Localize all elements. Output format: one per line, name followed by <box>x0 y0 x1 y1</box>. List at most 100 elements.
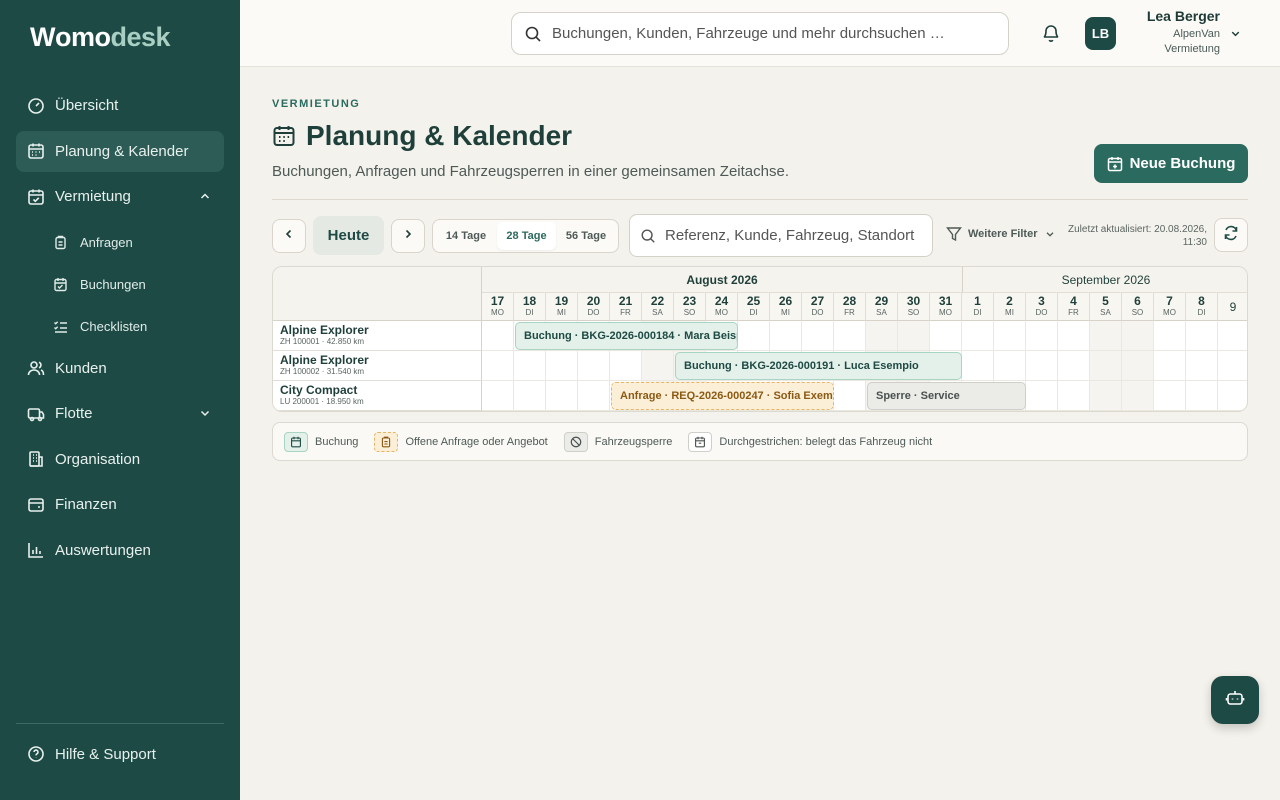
user-menu[interactable]: Lea Berger AlpenVan Vermietung <box>1120 8 1220 57</box>
sidebar-subitem-anfragen[interactable]: Anfragen <box>16 222 224 264</box>
chevron-down-icon[interactable] <box>198 406 212 420</box>
app-logo[interactable]: Womo desk <box>30 20 171 54</box>
calendar-cell[interactable] <box>834 321 866 351</box>
sidebar-item-vermietung[interactable]: Vermietung <box>16 176 224 217</box>
calendar-cell[interactable] <box>1026 351 1058 381</box>
calendar-cell[interactable] <box>1122 351 1154 381</box>
calendar-cell[interactable] <box>738 321 770 351</box>
booking-event-bar[interactable]: Buchung · BKG-2026-000191 · Luca Esempio <box>675 352 962 380</box>
calendar-cell[interactable] <box>1058 351 1090 381</box>
calendar-cell[interactable] <box>962 321 994 351</box>
notifications-bell-icon[interactable] <box>1041 23 1061 43</box>
vehicle-row-label[interactable]: Alpine Explorer ZH 100002 · 31.540 km <box>273 351 482 381</box>
more-filters-button[interactable]: Weitere Filter <box>946 226 1056 242</box>
day-header: 30 SO <box>898 293 930 321</box>
today-button[interactable]: Heute <box>313 216 384 255</box>
calendar-cell[interactable] <box>1218 321 1247 351</box>
sidebar-item-uebersicht[interactable]: Übersicht <box>16 85 224 126</box>
vehicle-row-label[interactable]: City Compact LU 200001 · 18.950 km <box>273 381 482 411</box>
calendar-cell[interactable] <box>802 321 834 351</box>
day-number: 1 <box>974 294 981 308</box>
chevron-left-icon <box>282 227 296 246</box>
calendar-cell[interactable] <box>898 321 930 351</box>
day-header: 18 DI <box>514 293 546 321</box>
prev-button[interactable] <box>272 219 306 253</box>
sidebar-item-kunden[interactable]: Kunden <box>16 348 224 389</box>
calendar-cell[interactable] <box>1122 321 1154 351</box>
sidebar-subitem-buchungen[interactable]: Buchungen <box>16 264 224 306</box>
day-header: 6 SO <box>1122 293 1154 321</box>
help-circle-icon <box>27 745 45 763</box>
calendar-cell[interactable] <box>1090 351 1122 381</box>
refresh-button[interactable] <box>1214 218 1248 252</box>
calendar-cell[interactable] <box>1026 381 1058 411</box>
calendar-cell[interactable] <box>962 351 994 381</box>
calendar-cell[interactable] <box>482 351 514 381</box>
calendar-cell[interactable] <box>1026 321 1058 351</box>
calendar-cell[interactable] <box>642 351 674 381</box>
next-button[interactable] <box>391 219 425 253</box>
range-56-days[interactable]: 56 Tage <box>556 222 616 250</box>
calendar-cell[interactable] <box>610 351 642 381</box>
calendar-cell[interactable] <box>1218 351 1247 381</box>
calendar-cell[interactable] <box>1154 381 1186 411</box>
calendar-cell[interactable] <box>866 321 898 351</box>
day-weekday: DI <box>1197 308 1206 317</box>
day-header: 3 DO <box>1026 293 1058 321</box>
calendar-cell[interactable] <box>482 321 514 351</box>
booking-event-bar[interactable]: Buchung · BKG-2026-000184 · Mara Beispie… <box>515 322 738 350</box>
calendar-cell[interactable] <box>514 351 546 381</box>
sidebar-item-finanzen[interactable]: Finanzen <box>16 484 224 525</box>
calendar-cell[interactable] <box>1218 381 1247 411</box>
sidebar-item-planung[interactable]: Planung & Kalender <box>16 130 224 172</box>
legend-request: Offene Anfrage oder Angebot <box>374 431 548 452</box>
calendar-cell[interactable] <box>994 351 1026 381</box>
calendar-cell[interactable] <box>546 381 578 411</box>
sidebar-item-label: Auswertungen <box>55 541 151 559</box>
block-event-bar[interactable]: Sperre · Service <box>867 382 1026 410</box>
new-booking-button[interactable]: Neue Buchung <box>1094 144 1248 183</box>
calendar-filter-input[interactable] <box>665 227 915 244</box>
range-14-days[interactable]: 14 Tage <box>435 222 497 250</box>
calendar-cell[interactable] <box>482 381 514 411</box>
calendar-cell[interactable] <box>1154 321 1186 351</box>
calendar-cell[interactable] <box>770 321 802 351</box>
assistant-bot-button[interactable] <box>1211 676 1259 724</box>
calendar-cell[interactable] <box>578 351 610 381</box>
calendar-cell[interactable] <box>1186 381 1218 411</box>
calendar-cell[interactable] <box>514 381 546 411</box>
logo-w: W <box>30 21 55 52</box>
sidebar-subitem-checklisten[interactable]: Checklisten <box>16 306 224 348</box>
sidebar-item-organisation[interactable]: Organisation <box>16 439 224 480</box>
calendar-cell[interactable] <box>1090 321 1122 351</box>
calendar-filter-search[interactable] <box>629 214 933 257</box>
chevron-down-icon[interactable] <box>1229 27 1242 40</box>
calendar-cell[interactable] <box>1090 381 1122 411</box>
calendar-cell[interactable] <box>1122 381 1154 411</box>
help-support-link[interactable]: Hilfe & Support <box>27 745 156 763</box>
building-icon <box>27 450 45 468</box>
sidebar-subitem-label: Checklisten <box>80 319 148 334</box>
sidebar-item-flotte[interactable]: Flotte <box>16 393 224 434</box>
calendar-cell[interactable] <box>546 351 578 381</box>
calendar-cell[interactable] <box>1058 381 1090 411</box>
calendar-cell[interactable] <box>1058 321 1090 351</box>
global-search[interactable] <box>511 12 1009 55</box>
calendar-cell[interactable] <box>1154 351 1186 381</box>
sidebar-item-auswertungen[interactable]: Auswertungen <box>16 530 224 571</box>
vehicle-row-label[interactable]: Alpine Explorer ZH 100001 · 42.850 km <box>273 321 482 351</box>
ban-icon <box>563 431 588 452</box>
calendar-cell[interactable] <box>994 321 1026 351</box>
range-28-days[interactable]: 28 Tage <box>497 222 556 250</box>
calendar-cell[interactable] <box>1186 351 1218 381</box>
calendar-cell[interactable] <box>1186 321 1218 351</box>
request-event-bar[interactable]: Anfrage · REQ-2026-000247 · Sofia Exempl… <box>611 382 834 410</box>
user-avatar[interactable]: LB <box>1085 17 1116 50</box>
chevron-up-icon[interactable] <box>198 189 212 203</box>
day-number: 6 <box>1134 294 1141 308</box>
calendar-cell[interactable] <box>834 381 866 411</box>
calendar-cell[interactable] <box>930 321 962 351</box>
calendar-cell[interactable] <box>578 381 610 411</box>
day-weekday: SA <box>876 308 887 317</box>
global-search-input[interactable] <box>552 25 972 42</box>
